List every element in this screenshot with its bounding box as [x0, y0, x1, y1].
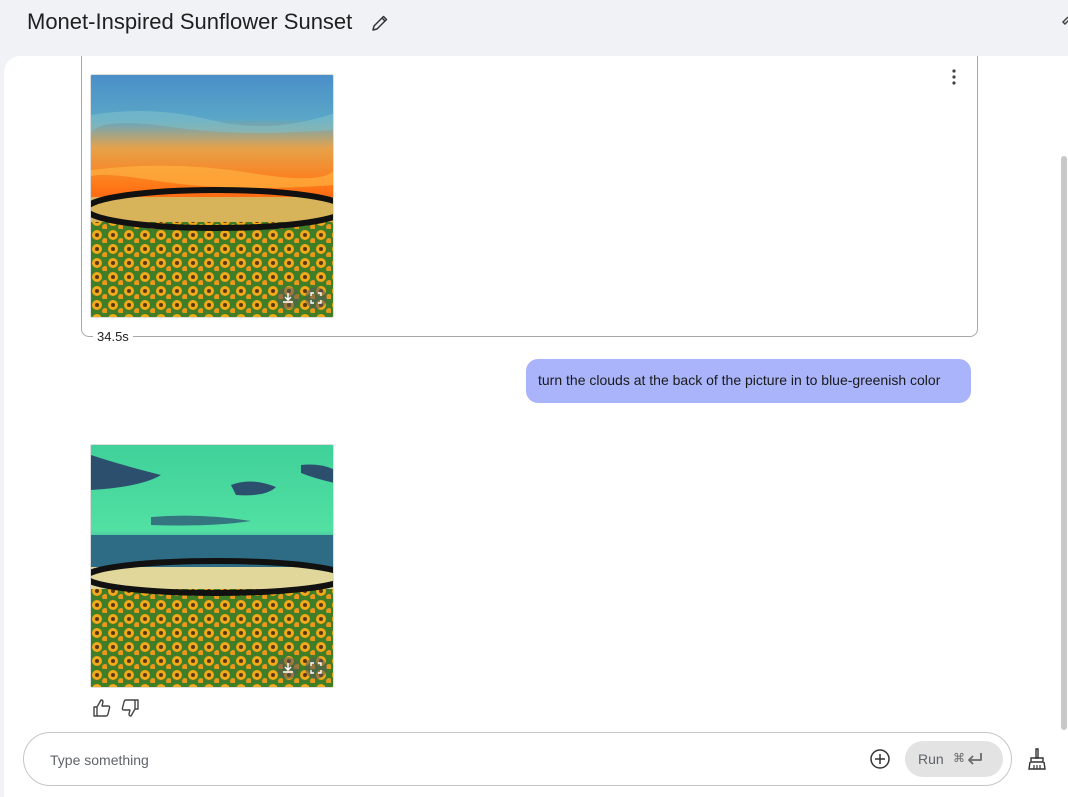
top-bar: Monet-Inspired Sunflower Sunset: [0, 0, 1068, 56]
pencil-icon[interactable]: [370, 13, 390, 33]
enter-key-icon: [968, 753, 982, 765]
fullscreen-icon[interactable]: [305, 657, 327, 679]
fullscreen-icon[interactable]: [305, 287, 327, 309]
green-sky-painting: [91, 445, 333, 687]
generated-image-green-sky[interactable]: [90, 444, 334, 688]
user-message: turn the clouds at the back of the pictu…: [526, 359, 971, 403]
run-button-label: Run: [918, 751, 944, 767]
scrollbar-thumb[interactable]: [1061, 156, 1067, 730]
broom-icon[interactable]: [1026, 747, 1048, 771]
run-button[interactable]: Run ⌘: [905, 741, 1003, 777]
download-icon[interactable]: [277, 657, 299, 679]
compare-icon[interactable]: [1058, 13, 1068, 33]
thumbs-up-icon[interactable]: [92, 698, 112, 718]
prompt-input[interactable]: [48, 748, 832, 772]
response-duration: 34.5s: [93, 329, 133, 344]
sunset-painting: [91, 75, 333, 317]
more-vert-icon[interactable]: [944, 66, 964, 88]
thumbs-down-icon[interactable]: [120, 698, 140, 718]
command-key-label: ⌘: [953, 751, 965, 765]
generated-image-sunset[interactable]: [90, 74, 334, 318]
page-title: Monet-Inspired Sunflower Sunset: [27, 9, 353, 34]
download-icon[interactable]: [277, 287, 299, 309]
add-circle-icon[interactable]: [869, 748, 891, 770]
